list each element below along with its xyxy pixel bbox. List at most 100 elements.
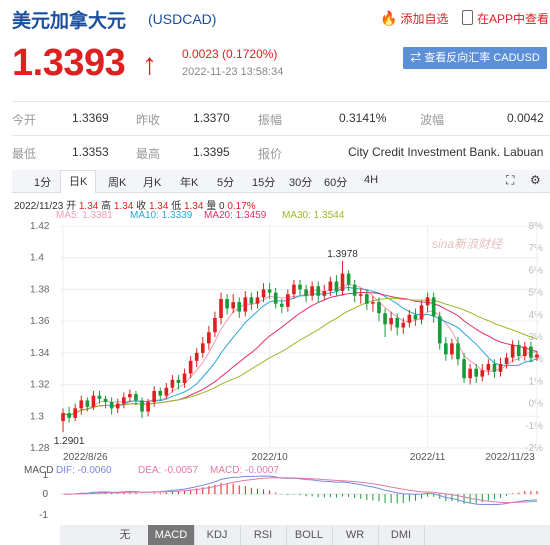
tab-15min[interactable]: 15分	[252, 174, 275, 190]
tab-monthly-k[interactable]: 月K	[143, 174, 161, 190]
dea-line	[63, 477, 538, 504]
period-tabs: 1分 日K 周K 月K 年K 5分 15分 30分 60分 4H ⛶ ⚙	[12, 170, 550, 193]
y2-tick-label: 8%	[529, 221, 544, 232]
y-tick-label: 1.32	[30, 380, 50, 391]
current-price: 1.3393	[12, 42, 126, 84]
candle	[286, 294, 290, 307]
candle	[140, 400, 144, 412]
y-tick-label: 1.36	[30, 316, 50, 327]
tab-4h[interactable]: 4H	[364, 174, 378, 186]
tab-indicator-dmi[interactable]: DMI	[378, 525, 425, 545]
candle	[231, 302, 235, 309]
candle	[340, 273, 345, 292]
price-annotation: 1.2901	[54, 436, 85, 447]
y-tick-label: 1.42	[30, 221, 50, 232]
candle	[164, 387, 169, 396]
macd-tick-label: -1	[39, 510, 48, 521]
fullscreen-icon[interactable]: ⛶	[506, 173, 514, 188]
dif-line	[62, 475, 538, 506]
candle	[255, 297, 260, 304]
tab-yearly-k[interactable]: 年K	[180, 174, 198, 190]
candle	[121, 397, 126, 404]
candle	[480, 370, 485, 377]
candle	[97, 395, 102, 399]
add-favorite-button[interactable]: 🔥 添加自选	[380, 10, 448, 27]
stat-label: 昨收	[136, 113, 161, 127]
candle	[115, 403, 120, 409]
candle	[516, 344, 521, 357]
price-annotation: 1.3978	[327, 249, 358, 260]
tab-indicator-wr[interactable]: WR	[332, 525, 379, 545]
y-tick-label: 1.38	[30, 284, 50, 295]
stats-row: 今开 1.3369 昨收 1.3370 振幅 0.3141% 波幅 0.0042	[12, 101, 550, 135]
up-arrow-icon: ↑	[142, 48, 157, 81]
tab-indicator-none[interactable]: 无	[102, 525, 149, 545]
stat-label: 今开	[12, 113, 37, 127]
y-tick-label: 1.28	[30, 443, 50, 454]
candle	[316, 286, 321, 296]
candle	[431, 297, 436, 317]
candle	[395, 317, 400, 328]
indicator-tabs: 无 MACD KDJ RSI BOLL WR DMI	[60, 525, 550, 545]
tab-5min[interactable]: 5分	[217, 174, 234, 190]
open-in-app-label: 在APP中查看	[477, 12, 550, 26]
candle	[407, 314, 412, 323]
candle	[170, 379, 175, 388]
stat-label: 波幅	[420, 113, 445, 127]
tab-daily-k[interactable]: 日K	[60, 170, 97, 193]
phone-icon	[462, 10, 473, 25]
tab-60min[interactable]: 60分	[324, 174, 347, 190]
tab-1min[interactable]: 1分	[34, 174, 51, 190]
candle	[182, 373, 187, 383]
candle	[346, 273, 351, 285]
candle	[158, 390, 163, 396]
macd-chart: 1 0 -1	[39, 472, 540, 521]
tab-weekly-k[interactable]: 周K	[108, 174, 126, 190]
x-tick-label: 2022/11/23	[485, 452, 535, 463]
candle	[486, 363, 491, 371]
candle	[267, 289, 272, 293]
candle	[401, 322, 406, 328]
candle	[310, 286, 314, 296]
candle	[207, 332, 211, 344]
stats-table: 今开 1.3369 昨收 1.3370 振幅 0.3141% 波幅 0.0042…	[12, 101, 550, 169]
tab-30min[interactable]: 30分	[289, 174, 312, 190]
tab-indicator-boll[interactable]: BOLL	[286, 525, 333, 545]
candle	[109, 402, 114, 409]
x-tick-label: 2022/8/26	[63, 452, 108, 463]
stat-label: 振幅	[258, 113, 283, 127]
tab-indicator-rsi[interactable]: RSI	[240, 525, 287, 545]
y2-tick-label: -1%	[525, 421, 543, 432]
macd-tick-label: 1	[42, 472, 48, 481]
stat-value: 1.3353	[72, 145, 109, 159]
candle	[358, 294, 363, 296]
candle	[328, 281, 333, 292]
x-tick-label: 2022/10	[252, 452, 289, 463]
candle	[304, 289, 308, 296]
fire-icon: 🔥	[380, 10, 398, 26]
tab-indicator-kdj[interactable]: KDJ	[194, 525, 241, 545]
candle	[456, 343, 460, 360]
tab-indicator-macd[interactable]: MACD	[148, 525, 195, 545]
candle	[450, 343, 454, 355]
y2-tick-label: 0%	[529, 399, 544, 410]
y2-tick-label: 7%	[529, 243, 544, 254]
candle	[152, 390, 156, 403]
candle	[67, 413, 71, 418]
stats-row: 最低 1.3353 最高 1.3395 报价 City Credit Inves…	[12, 135, 550, 169]
watermark-logo: sina新浪财经	[432, 237, 504, 251]
candle	[146, 402, 150, 412]
candle	[419, 305, 424, 320]
candle	[261, 289, 266, 298]
candle	[377, 302, 381, 314]
candle	[213, 317, 217, 333]
candle	[389, 317, 393, 325]
candle	[322, 291, 327, 296]
candle	[425, 297, 430, 306]
open-in-app-button[interactable]: 在APP中查看	[462, 10, 549, 27]
settings-icon[interactable]: ⚙	[530, 173, 541, 187]
page-title: 美元加拿大元	[12, 10, 127, 32]
candle	[200, 343, 205, 353]
reverse-rate-button[interactable]: ⇄ 查看反向汇率 CADUSD	[403, 47, 547, 69]
stat-value: 0.3141%	[339, 111, 387, 125]
